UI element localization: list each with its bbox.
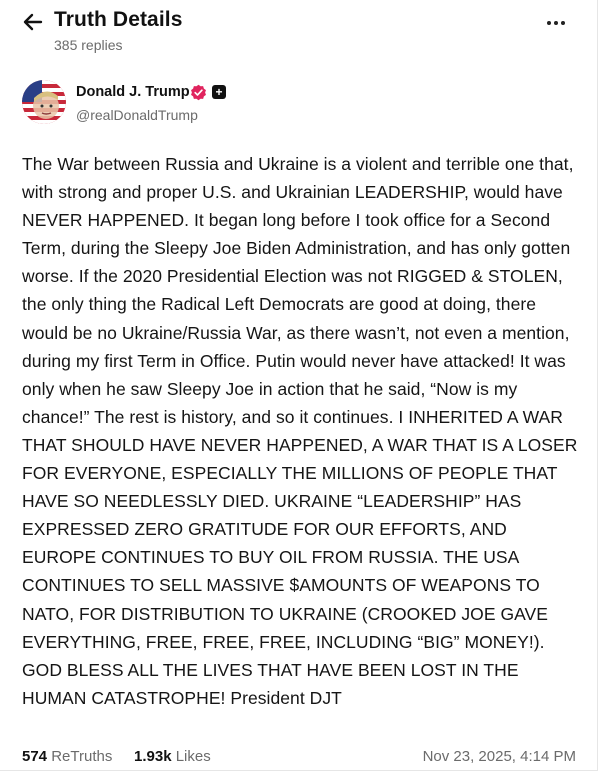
post-timestamp[interactable]: Nov 23, 2025, 4:14 PM (423, 748, 576, 765)
header: Truth Details 385 replies (0, 0, 598, 62)
reply-count[interactable]: 385 replies (54, 37, 123, 53)
plus-square-icon: + (212, 85, 226, 99)
more-options-button[interactable] (542, 12, 570, 34)
author-display-name[interactable]: Donald J. Trump (76, 84, 190, 100)
retruths-label: ReTruths (51, 748, 113, 765)
likes-stat[interactable]: 1.93k Likes (134, 748, 211, 765)
post-text: The War between Russia and Ukraine is a … (22, 154, 578, 708)
avatar[interactable] (22, 80, 66, 124)
verified-badge-icon (191, 84, 206, 101)
post-stats: 574 ReTruths 1.93k Likes Nov 23, 2025, 4… (22, 746, 582, 768)
more-horizontal-icon (547, 21, 565, 25)
author-block: Donald J. Trump + @realDonaldTrump (22, 80, 582, 128)
truth-details-panel: Truth Details 385 replies Donald J. Trum… (0, 0, 598, 771)
author-handle[interactable]: @realDonaldTrump (76, 107, 198, 123)
retruths-count: 574 (22, 748, 48, 765)
arrow-left-icon (23, 13, 43, 31)
avatar-image (22, 80, 66, 124)
retruths-stat[interactable]: 574 ReTruths (22, 748, 112, 765)
page-title: Truth Details (54, 8, 183, 31)
likes-label: Likes (175, 748, 211, 765)
likes-count: 1.93k (134, 748, 172, 765)
back-button[interactable] (20, 9, 46, 35)
